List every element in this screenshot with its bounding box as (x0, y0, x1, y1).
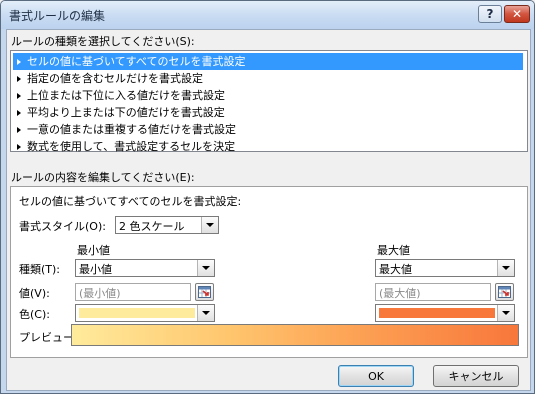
window-title: 書式ルールの編集 (9, 9, 106, 23)
range-select-icon (198, 286, 211, 298)
rule-type-item-unique-duplicate[interactable]: 一意の値または重複する値だけを書式設定 (13, 121, 523, 138)
min-header: 最小値 (77, 244, 110, 257)
max-value-input[interactable]: (最大値) (375, 283, 491, 301)
min-color-swatch (79, 308, 195, 318)
close-button[interactable]: ✕ (504, 5, 530, 23)
max-color-swatch (379, 308, 495, 318)
rule-type-item-contains[interactable]: 指定の値を含むセルだけを書式設定 (13, 70, 523, 87)
chevron-down-icon[interactable] (197, 260, 214, 276)
preview-label: プレビュー: (19, 331, 78, 344)
bullet-icon (17, 58, 21, 65)
rule-type-item-cell-value[interactable]: セルの値に基づいてすべてのセルを書式設定 (13, 53, 523, 70)
max-header: 最大値 (377, 244, 410, 257)
chevron-down-icon[interactable] (497, 305, 514, 321)
chevron-down-icon[interactable] (497, 260, 514, 276)
format-style-select[interactable]: 2 色スケール (115, 216, 219, 234)
rule-content-label: ルールの内容を編集してください(E): (11, 171, 195, 184)
rule-type-item-formula[interactable]: 数式を使用して、書式設定するセルを決定 (13, 138, 523, 155)
dialog-window: 書式ルールの編集 ? ✕ ルールの種類を選択してください(S): セルの値に基づ… (0, 0, 535, 394)
bullet-icon (17, 126, 21, 133)
min-color-picker[interactable] (75, 304, 215, 322)
ok-button[interactable]: OK (338, 365, 414, 387)
chevron-down-icon[interactable] (197, 305, 214, 321)
help-icon: ? (486, 7, 494, 21)
rule-type-item-top-bottom[interactable]: 上位または下位に入る値だけを書式設定 (13, 87, 523, 104)
dialog-body: ルールの種類を選択してください(S): セルの値に基づいてすべてのセルを書式設定… (6, 29, 531, 391)
title-bar[interactable]: 書式ルールの編集 ? ✕ (1, 1, 534, 29)
min-value-input[interactable]: (最小値) (75, 283, 191, 301)
bullet-icon (17, 109, 21, 116)
max-color-picker[interactable] (375, 304, 515, 322)
format-style-label: 書式スタイル(O): (19, 220, 106, 233)
cancel-button[interactable]: キャンセル (433, 365, 519, 387)
max-range-select-button[interactable] (495, 283, 514, 301)
rule-type-label: ルールの種類を選択してください(S): (11, 35, 195, 48)
value-label: 値(V): (19, 287, 50, 300)
min-range-select-button[interactable] (195, 283, 214, 301)
help-button[interactable]: ? (478, 5, 502, 23)
range-select-icon (498, 286, 511, 298)
bullet-icon (17, 75, 21, 82)
rule-content-panel: セルの値に基づいてすべてのセルを書式設定: 書式スタイル(O): 2 色スケール… (10, 186, 528, 358)
chevron-down-icon[interactable] (201, 217, 218, 233)
bullet-icon (17, 92, 21, 99)
type-label: 種類(T): (19, 263, 61, 276)
max-type-select[interactable]: 最大値 (375, 259, 515, 277)
min-type-select[interactable]: 最小値 (75, 259, 215, 277)
color-scale-preview (71, 324, 519, 346)
close-icon: ✕ (511, 7, 523, 21)
rule-description: セルの値に基づいてすべてのセルを書式設定: (19, 195, 242, 208)
bullet-icon (17, 143, 21, 150)
rule-type-item-average[interactable]: 平均より上または下の値だけを書式設定 (13, 104, 523, 121)
color-label: 色(C): (19, 308, 50, 321)
rule-type-list[interactable]: セルの値に基づいてすべてのセルを書式設定 指定の値を含むセルだけを書式設定 上位… (10, 50, 528, 155)
